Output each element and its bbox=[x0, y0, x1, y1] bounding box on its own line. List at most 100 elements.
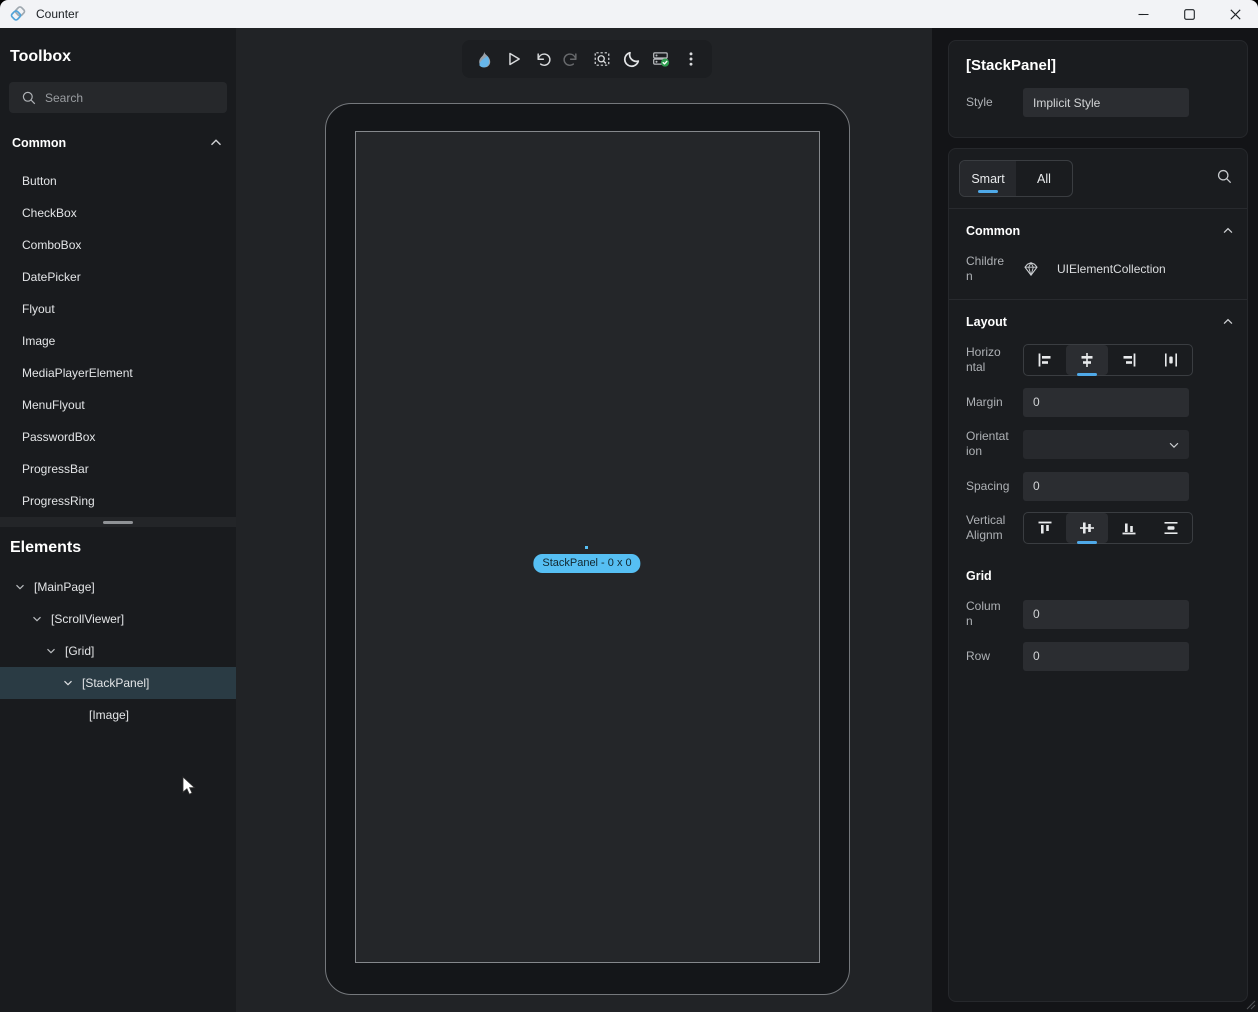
vertical-alignment-label: Vertical Alignm bbox=[966, 513, 1023, 543]
maximize-icon bbox=[1184, 9, 1195, 20]
resize-grip-icon[interactable] bbox=[1246, 1000, 1256, 1010]
toolbox-item-progressring[interactable]: ProgressRing bbox=[0, 485, 236, 517]
minimize-button[interactable] bbox=[1120, 0, 1166, 28]
design-canvas: StackPanel - 0 x 0 bbox=[236, 28, 932, 1012]
minimize-icon bbox=[1138, 9, 1149, 20]
align-stretch-icon bbox=[1163, 352, 1179, 368]
splitter-handle-icon bbox=[103, 521, 133, 524]
toolbox-item-checkbox[interactable]: CheckBox bbox=[0, 197, 236, 229]
tree-item-scrollviewer[interactable]: [ScrollViewer] bbox=[0, 603, 236, 635]
property-search-button[interactable] bbox=[1216, 168, 1233, 185]
maximize-button[interactable] bbox=[1166, 0, 1212, 28]
tree-item-grid[interactable]: [Grid] bbox=[0, 635, 236, 667]
tab-smart[interactable]: Smart bbox=[960, 161, 1016, 196]
selection-handle[interactable] bbox=[585, 546, 588, 549]
undo-button[interactable] bbox=[529, 46, 555, 72]
align-right-icon bbox=[1121, 352, 1137, 368]
toolbox-item-menuflyout[interactable]: MenuFlyout bbox=[0, 389, 236, 421]
toolbox-item-button[interactable]: Button bbox=[0, 165, 236, 197]
theme-toggle-button[interactable] bbox=[619, 46, 645, 72]
tree-item-stackpanel[interactable]: [StackPanel] bbox=[0, 667, 236, 699]
style-input[interactable]: Implicit Style bbox=[1023, 88, 1189, 117]
selected-element-title: [StackPanel] bbox=[949, 41, 1247, 74]
chevron-up-icon bbox=[1221, 224, 1235, 238]
redo-button[interactable] bbox=[559, 46, 585, 72]
selection-badge: StackPanel - 0 x 0 bbox=[533, 554, 640, 573]
tab-all[interactable]: All bbox=[1016, 161, 1072, 196]
selected-align-indicator bbox=[1077, 373, 1097, 376]
align-bottom-icon bbox=[1121, 520, 1137, 536]
toolbox-item-progressbar[interactable]: ProgressBar bbox=[0, 453, 236, 485]
toolbox-item-passwordbox[interactable]: PasswordBox bbox=[0, 421, 236, 453]
inspect-element-button[interactable] bbox=[589, 46, 615, 72]
spacing-input[interactable]: 0 bbox=[1023, 472, 1189, 501]
panel-splitter[interactable] bbox=[0, 517, 236, 527]
section-layout-header[interactable]: Layout bbox=[966, 310, 1235, 334]
elements-panel: Elements [MainPage] [ScrollViewer] [Grid… bbox=[0, 527, 236, 1012]
valign-stretch-button[interactable] bbox=[1150, 513, 1192, 543]
selected-align-indicator bbox=[1077, 541, 1097, 544]
toolbox-section-common[interactable]: Common bbox=[0, 131, 236, 155]
toolbox-item-image[interactable]: Image bbox=[0, 325, 236, 357]
grid-column-input[interactable]: 0 bbox=[1023, 600, 1189, 629]
halign-right-button[interactable] bbox=[1108, 345, 1150, 375]
section-common-header[interactable]: Common bbox=[966, 219, 1235, 243]
sync-status-button[interactable] bbox=[648, 46, 674, 72]
left-panel: Toolbox Common Button CheckBox bbox=[0, 28, 236, 1012]
inspect-zoom-icon bbox=[593, 50, 611, 68]
spacing-label: Spacing bbox=[966, 479, 1023, 494]
halign-stretch-button[interactable] bbox=[1150, 345, 1192, 375]
more-options-button[interactable] bbox=[678, 46, 704, 72]
toolbox-item-list: Button CheckBox ComboBox DatePicker Flyo… bbox=[0, 165, 236, 517]
halign-center-button[interactable] bbox=[1066, 345, 1108, 375]
valign-bottom-button[interactable] bbox=[1108, 513, 1150, 543]
valign-top-button[interactable] bbox=[1024, 513, 1066, 543]
tree-item-image[interactable]: [Image] bbox=[0, 699, 236, 731]
kebab-menu-icon bbox=[682, 50, 700, 68]
redo-icon bbox=[563, 50, 581, 68]
inspector-tabs: Smart All bbox=[949, 149, 1247, 209]
window-title: Counter bbox=[36, 7, 79, 21]
close-button[interactable] bbox=[1212, 0, 1258, 28]
element-tree: [MainPage] [ScrollViewer] [Grid] [StackP… bbox=[0, 571, 236, 731]
align-vstretch-icon bbox=[1163, 520, 1179, 536]
align-middle-icon bbox=[1079, 520, 1095, 536]
chevron-up-icon bbox=[1221, 315, 1235, 329]
toolbox-item-mediaplayerelement[interactable]: MediaPlayerElement bbox=[0, 357, 236, 389]
flame-icon bbox=[474, 50, 492, 68]
inspector-header-card: [StackPanel] Style Implicit Style bbox=[948, 40, 1248, 138]
active-tab-indicator bbox=[978, 190, 998, 193]
margin-input[interactable]: 0 bbox=[1023, 388, 1189, 417]
chevron-down-icon bbox=[45, 645, 57, 657]
toolbox-search-input[interactable] bbox=[45, 91, 205, 105]
horizontal-alignment-label: Horizontal bbox=[966, 345, 1023, 375]
orientation-dropdown[interactable] bbox=[1023, 430, 1189, 459]
toolbox-item-flyout[interactable]: Flyout bbox=[0, 293, 236, 325]
undo-icon bbox=[533, 50, 551, 68]
chevron-down-icon bbox=[1167, 438, 1181, 452]
grid-row-label: Row bbox=[966, 649, 1023, 664]
collection-gem-icon bbox=[1023, 261, 1039, 277]
server-check-icon bbox=[652, 50, 670, 68]
valign-center-button[interactable] bbox=[1066, 513, 1108, 543]
app-window: Counter Toolbox bbox=[0, 0, 1258, 1012]
horizontal-alignment-group bbox=[1023, 344, 1193, 376]
hot-reload-button[interactable] bbox=[470, 46, 496, 72]
align-center-icon bbox=[1079, 352, 1095, 368]
halign-left-button[interactable] bbox=[1024, 345, 1066, 375]
margin-label: Margin bbox=[966, 395, 1023, 410]
grid-row-input[interactable]: 0 bbox=[1023, 642, 1189, 671]
toolbox-item-datepicker[interactable]: DatePicker bbox=[0, 261, 236, 293]
app-logo-icon bbox=[8, 4, 28, 24]
children-value[interactable]: UIElementCollection bbox=[1023, 261, 1101, 277]
search-icon bbox=[1216, 168, 1233, 185]
canvas-toolbar bbox=[462, 40, 712, 78]
tree-item-mainpage[interactable]: [MainPage] bbox=[0, 571, 236, 603]
device-frame bbox=[325, 103, 850, 995]
window-titlebar: Counter bbox=[0, 0, 1258, 28]
section-grid-header: Grid bbox=[966, 564, 1235, 588]
play-button[interactable] bbox=[500, 46, 526, 72]
vertical-alignment-group bbox=[1023, 512, 1193, 544]
toolbox-item-combobox[interactable]: ComboBox bbox=[0, 229, 236, 261]
toolbox-search[interactable] bbox=[9, 82, 227, 113]
